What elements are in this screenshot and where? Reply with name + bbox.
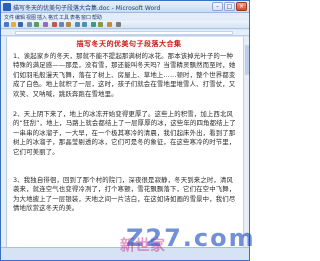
show-hide-icon[interactable] [116,22,121,27]
menu-view[interactable]: 视图 [26,14,36,21]
window-title: 描写冬天的优美句子段落大合集.doc - Microsoft Word [13,5,161,12]
table-icon[interactable] [91,22,96,27]
paste-icon[interactable] [66,22,71,27]
paragraph-3: 3、我独自徘徊，回到了那个村的院门，深夜很是寂静，冬天到来之时，清风袭来，就连空… [13,176,236,213]
drawing-icon[interactable] [107,22,112,27]
new-document-icon[interactable] [4,22,9,27]
menu-edit[interactable]: 编辑 [15,14,25,21]
maximize-button[interactable]: □ [224,2,235,11]
menu-tools[interactable]: 工具 [59,14,69,21]
menu-file[interactable]: 文件 [4,14,14,21]
horizontal-ruler[interactable] [1,30,249,36]
copy-icon[interactable] [59,22,64,27]
scrollbar-thumb[interactable] [245,45,249,75]
undo-icon[interactable] [75,22,80,27]
word-app-icon [3,3,11,11]
menu-bar: 文件 编辑 视图 插入 格式 工具 表格 窗口 帮助 [1,13,249,21]
paragraph-1: 1、诶起家乡的冬天，那就不能不提起那满树的冰花。那本该掉光叶子的一种特殊的满足感… [13,52,236,98]
spelling-icon[interactable] [43,22,48,27]
menu-insert[interactable]: 插入 [37,14,47,21]
vertical-scrollbar[interactable] [243,37,249,247]
open-folder-icon[interactable] [11,22,16,27]
status-bar [1,247,249,260]
document-page[interactable]: 描写冬天的优美句子段落大合集 1、诶起家乡的冬天，那就不能不提起那满树的冰花。那… [7,37,243,247]
columns-icon[interactable] [98,22,103,27]
title-bar[interactable]: 描写冬天的优美句子段落大合集.doc - Microsoft Word – □ … [1,1,249,13]
menu-help[interactable]: 帮助 [92,14,102,21]
redo-icon[interactable] [82,22,87,27]
menu-format[interactable]: 格式 [48,14,58,21]
save-icon[interactable] [18,22,23,27]
toolbar [1,21,249,29]
word-window: 描写冬天的优美句子段落大合集.doc - Microsoft Word – □ … [0,0,250,261]
document-heading: 描写冬天的优美句子段落大合集 [76,40,182,48]
ruler-track [15,31,233,35]
cut-icon[interactable] [52,22,57,27]
menu-table[interactable]: 表格 [70,14,80,21]
minimize-button[interactable]: – [212,2,223,11]
close-button[interactable]: × [236,2,247,11]
paragraph-2: 2、天上阴下来了，地上的冰冻开始变得更厚了。这些上的积雪，加上西北风的“狂刮”，… [13,110,236,156]
print-icon[interactable] [27,22,32,27]
menu-window[interactable]: 窗口 [81,14,91,21]
print-preview-icon[interactable] [34,22,39,27]
